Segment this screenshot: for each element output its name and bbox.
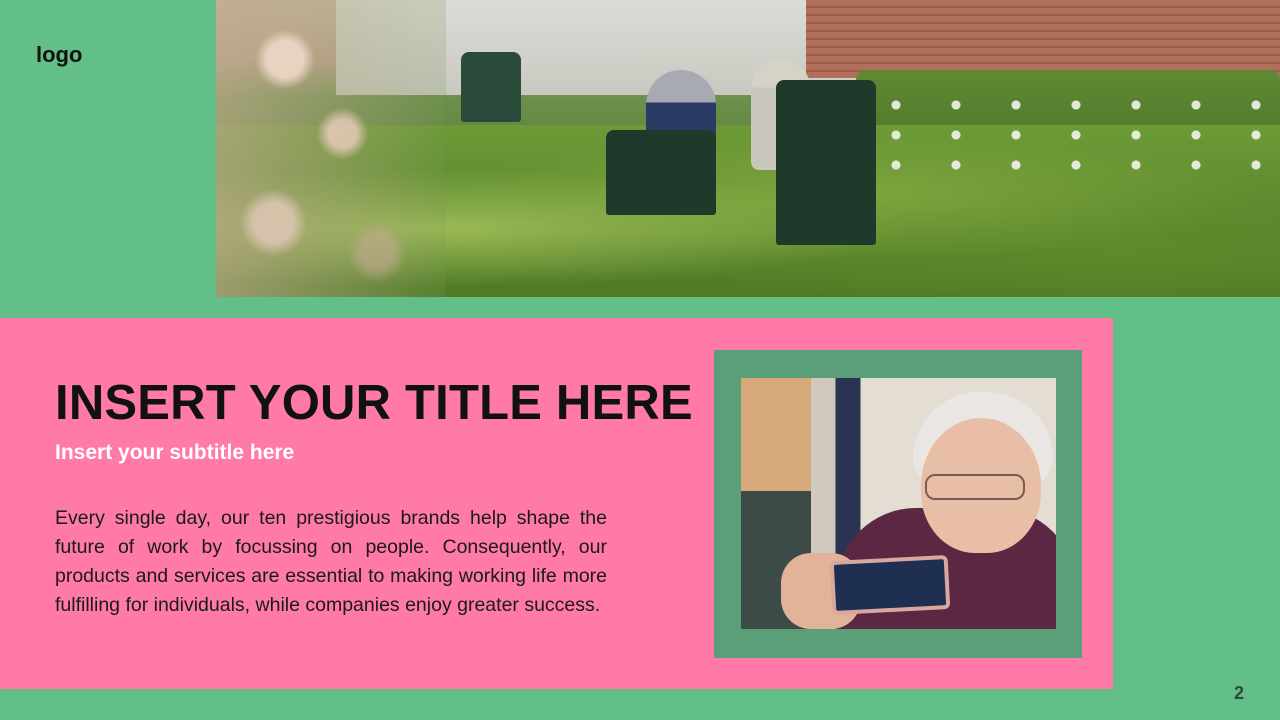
- page-number: 2: [1234, 683, 1245, 703]
- logo: logo: [36, 42, 83, 67]
- photo-chair-left: [606, 130, 716, 215]
- photo-brick-wall: [806, 0, 1280, 78]
- garden-photo: [216, 0, 1280, 297]
- photo-phone: [829, 554, 951, 616]
- page-subtitle: Insert your subtitle here: [55, 441, 295, 464]
- photo-blossom-foreground: [216, 0, 446, 297]
- photo-flowers: [866, 90, 1266, 180]
- photo-bench: [461, 52, 521, 122]
- page-title: INSERT YOUR TITLE HERE: [55, 376, 693, 430]
- photo-glasses: [925, 474, 1025, 500]
- body-paragraph: Every single day, our ten prestigious br…: [55, 507, 607, 616]
- slide: logo INSERT YOUR TITLE HERE Insert your …: [0, 0, 1280, 720]
- photo-chair-right: [776, 80, 876, 245]
- portrait-photo: [741, 378, 1056, 629]
